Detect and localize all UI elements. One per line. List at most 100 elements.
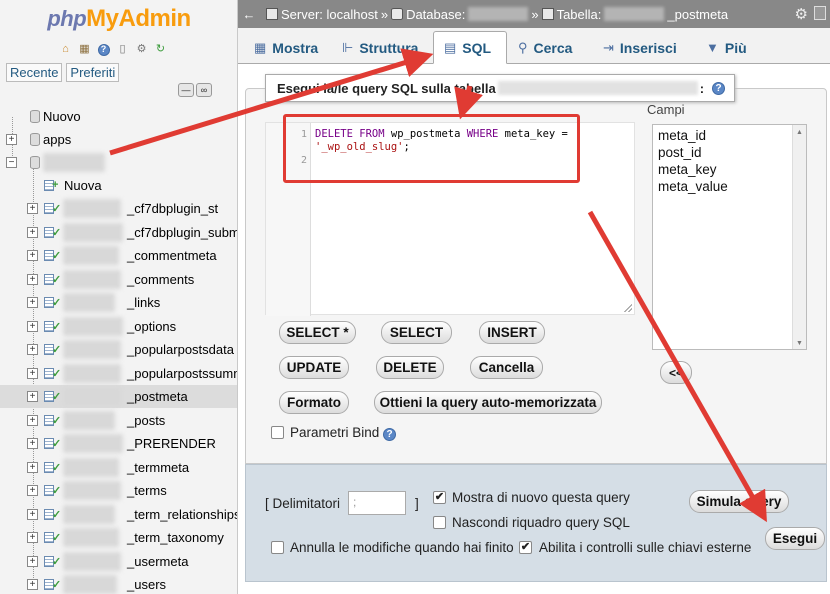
- scroll-up-icon[interactable]: ▲: [796, 129, 803, 136]
- tree-table-item[interactable]: + ✓ _posts: [0, 409, 237, 432]
- table-icon[interactable]: ✓: [44, 508, 61, 522]
- tree-table-item[interactable]: + ✓ _users: [0, 573, 237, 594]
- expand-icon[interactable]: +: [27, 226, 38, 238]
- table-icon[interactable]: ✓: [44, 437, 61, 451]
- collapse-bar-icon[interactable]: [814, 6, 826, 20]
- tab-favorites[interactable]: Preferiti: [66, 63, 120, 82]
- gear-icon[interactable]: ⚙: [795, 5, 808, 23]
- tree-database-apps[interactable]: + apps: [0, 128, 237, 151]
- expand-icon[interactable]: +: [27, 391, 38, 402]
- foreign-key-checks-checkbox[interactable]: ✔: [519, 541, 532, 554]
- table-icon[interactable]: ✓: [44, 202, 61, 216]
- table-icon[interactable]: ✓: [44, 320, 61, 334]
- table-icon[interactable]: ✓: [44, 484, 61, 498]
- hide-query-box-label[interactable]: Nascondi riquadro query SQL: [452, 515, 630, 530]
- columns-select-list[interactable]: meta_id post_id meta_key meta_value ▲ ▼: [652, 124, 807, 350]
- show-query-again-checkbox[interactable]: ✔: [433, 491, 446, 504]
- settings-icon[interactable]: ⚙: [134, 42, 149, 57]
- columns-scrollbar[interactable]: ▲ ▼: [792, 125, 806, 349]
- expand-icon[interactable]: +: [27, 297, 38, 308]
- show-query-again-label[interactable]: Mostra di nuovo questa query: [452, 490, 630, 505]
- expand-icon[interactable]: +: [27, 438, 38, 449]
- tab-structure[interactable]: ⊩ Struttura: [332, 31, 432, 64]
- scroll-down-icon[interactable]: ▼: [796, 340, 803, 347]
- expand-icon[interactable]: +: [27, 250, 38, 261]
- table-icon[interactable]: ✓: [44, 226, 61, 240]
- expand-icon[interactable]: +: [27, 579, 38, 590]
- tab-insert[interactable]: ⇥ Inserisci: [593, 31, 687, 64]
- back-arrow-icon[interactable]: ←: [240, 7, 258, 22]
- tree-table-item[interactable]: + ✓ _PRERENDER: [0, 432, 237, 455]
- expand-icon[interactable]: +: [27, 367, 38, 379]
- help-icon[interactable]: ?: [383, 428, 396, 441]
- table-icon[interactable]: ✓: [44, 343, 61, 357]
- get-bookmarked-query-button[interactable]: Ottieni la query auto-memorizzata: [374, 391, 602, 414]
- column-option[interactable]: post_id: [658, 145, 702, 160]
- tree-table-item[interactable]: + ✓ _options: [0, 315, 237, 338]
- column-option[interactable]: meta_id: [658, 128, 706, 143]
- table-icon[interactable]: ✓: [44, 555, 61, 569]
- help-icon[interactable]: ?: [712, 81, 726, 95]
- tree-table-item[interactable]: + ✓ _usermeta: [0, 550, 237, 573]
- help-icon[interactable]: ?: [96, 42, 111, 57]
- expand-icon[interactable]: +: [27, 508, 38, 520]
- table-icon[interactable]: ✓: [44, 296, 61, 310]
- table-icon[interactable]: ✓: [44, 578, 61, 592]
- update-button[interactable]: UPDATE: [279, 356, 349, 379]
- reload-icon[interactable]: ↻: [153, 42, 168, 57]
- delete-button[interactable]: DELETE: [376, 356, 444, 379]
- expand-icon[interactable]: +: [6, 134, 17, 145]
- tree-table-item[interactable]: + ✓ _cf7dbplugin_st: [0, 197, 237, 220]
- expand-icon[interactable]: +: [27, 320, 38, 332]
- expand-icon[interactable]: +: [27, 555, 38, 567]
- expand-icon[interactable]: +: [27, 344, 38, 355]
- tree-table-item[interactable]: + ✓ _links: [0, 291, 237, 314]
- collapse-all-icon[interactable]: —: [178, 83, 194, 97]
- expand-icon[interactable]: +: [27, 273, 38, 285]
- collapse-icon[interactable]: −: [6, 157, 17, 168]
- insert-button[interactable]: INSERT: [479, 321, 545, 344]
- table-icon[interactable]: ✓: [44, 531, 61, 545]
- tree-table-item[interactable]: + ✓ _comments: [0, 268, 237, 291]
- simulate-query-button[interactable]: Simula query: [689, 490, 789, 513]
- tree-table-item[interactable]: + ✓ _postmeta: [0, 385, 237, 408]
- expand-icon[interactable]: +: [27, 485, 38, 496]
- tree-table-item[interactable]: + ✓ _cf7dbplugin_subm: [0, 221, 237, 244]
- breadcrumb-server[interactable]: Server: localhost: [266, 7, 378, 22]
- docs-icon[interactable]: ▯: [115, 42, 130, 57]
- format-button[interactable]: Formato: [279, 391, 349, 414]
- tree-new-database[interactable]: Nuovo: [0, 105, 237, 128]
- breadcrumb-table[interactable]: Tabella: _postmeta: [541, 7, 728, 22]
- expand-icon[interactable]: +: [27, 203, 38, 214]
- breadcrumb-database[interactable]: Database:: [391, 7, 529, 22]
- table-icon[interactable]: ✓: [44, 390, 61, 404]
- link-with-main-icon[interactable]: ∞: [196, 83, 212, 97]
- insert-column-button[interactable]: <<: [660, 361, 692, 384]
- table-icon[interactable]: ✓: [44, 249, 61, 263]
- bind-parameters-label[interactable]: Parametri Bind: [290, 425, 379, 440]
- hide-query-box-checkbox[interactable]: [433, 516, 446, 529]
- rollback-label[interactable]: Annulla le modifiche quando hai finito: [290, 540, 514, 555]
- tab-search[interactable]: ⚲ Cerca: [508, 31, 582, 64]
- home-icon[interactable]: ⌂: [58, 42, 73, 57]
- phpmyadmin-logo[interactable]: phpMyAdmin: [0, 5, 237, 33]
- exit-icon[interactable]: ▦: [77, 42, 92, 57]
- column-option[interactable]: meta_value: [658, 179, 728, 194]
- table-icon[interactable]: ✓: [44, 461, 61, 475]
- tree-table-item[interactable]: + ✓ _terms: [0, 479, 237, 502]
- delimiter-input[interactable]: ;: [348, 491, 406, 515]
- bind-parameters-checkbox[interactable]: [271, 426, 284, 439]
- expand-icon[interactable]: +: [27, 461, 38, 473]
- tree-table-item[interactable]: + ✓ _popularpostssumm: [0, 362, 237, 385]
- table-icon[interactable]: ✓: [44, 367, 61, 381]
- tree-database-current[interactable]: −: [0, 151, 237, 174]
- resize-handle-icon[interactable]: [624, 304, 632, 312]
- table-icon[interactable]: ✓: [44, 414, 61, 428]
- tree-table-item[interactable]: + ✓ _popularpostsdata: [0, 338, 237, 361]
- clear-button[interactable]: Cancella: [470, 356, 543, 379]
- expand-icon[interactable]: +: [27, 532, 38, 543]
- foreign-key-checks-label[interactable]: Abilita i controlli sulle chiavi esterne: [539, 540, 751, 555]
- table-icon[interactable]: ✓: [44, 273, 61, 287]
- expand-icon[interactable]: +: [27, 414, 38, 426]
- column-option[interactable]: meta_key: [658, 162, 717, 177]
